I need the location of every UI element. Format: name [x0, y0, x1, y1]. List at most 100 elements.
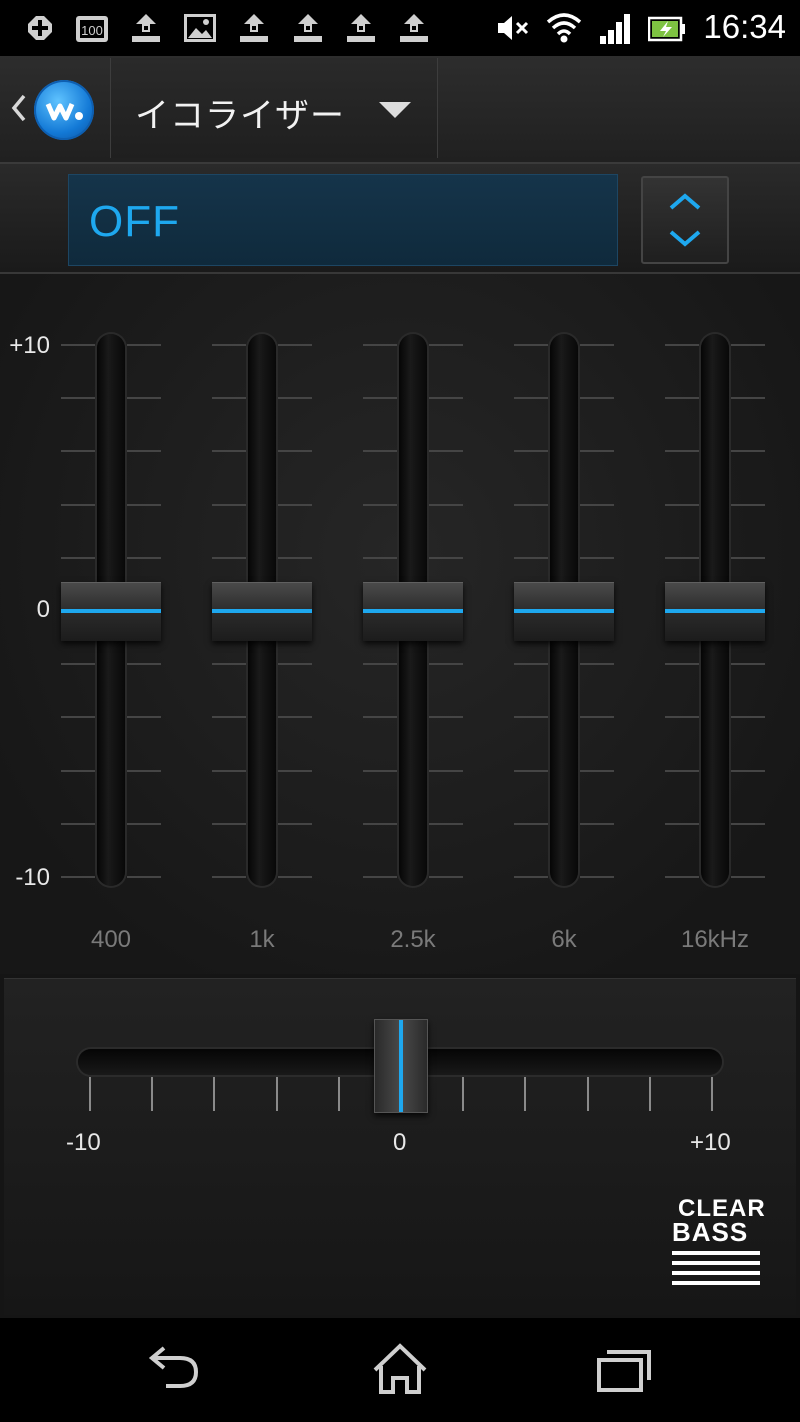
- mute-icon: [498, 16, 529, 40]
- clear-bass-logo-text-bottom: BASS: [672, 1217, 749, 1247]
- eq-scale-tick: [665, 876, 699, 878]
- eq-scale-tick: [212, 769, 246, 772]
- eq-scale-tick: [212, 716, 246, 719]
- eq-scale-tick: [278, 822, 312, 825]
- eq-scale-tick: [363, 344, 397, 346]
- nav-recent-apps-button[interactable]: [567, 1340, 677, 1400]
- eq-scale-tick: [731, 344, 765, 346]
- eq-scale-tick: [363, 822, 397, 825]
- eq-scale-tick: [127, 822, 161, 825]
- eq-scale-tick: [665, 716, 699, 719]
- eq-slider-knob[interactable]: [212, 582, 312, 641]
- preset-display[interactable]: OFF: [68, 174, 618, 266]
- eq-scale-tick: [514, 876, 548, 878]
- eq-scale-tick: [514, 344, 548, 346]
- eq-band-label: 400: [90, 926, 132, 953]
- eq-scale-tick: [127, 556, 161, 559]
- clear-bass-min-label: -10: [66, 1129, 101, 1156]
- knob-indicator: [212, 609, 312, 613]
- clear-bass-tick: [213, 1077, 216, 1111]
- eq-scale-tick: [278, 876, 312, 878]
- logo-stripe: [672, 1251, 760, 1255]
- clear-bass-knob[interactable]: [374, 1019, 428, 1113]
- eq-scale-tick: [429, 769, 463, 772]
- eq-scale-tick: [731, 397, 765, 400]
- back-icon: [148, 1346, 199, 1388]
- page-title: イコライザー: [135, 96, 345, 136]
- eq-scale-tick: [278, 344, 312, 346]
- nav-home-button[interactable]: [345, 1340, 455, 1400]
- knob-indicator: [399, 1020, 403, 1112]
- clear-bass-max-label: +10: [690, 1129, 731, 1156]
- signal-icon: [600, 14, 630, 44]
- eq-band-label: 1k: [249, 926, 275, 953]
- clear-bass-tick: [711, 1077, 713, 1111]
- navigation-bar: [0, 1318, 800, 1422]
- eq-slider-knob[interactable]: [514, 582, 614, 641]
- eq-scale-tick: [514, 503, 548, 506]
- status-bar: 100 16:34: [0, 0, 800, 56]
- chevron-left-icon: [11, 94, 26, 122]
- eq-scale-tick: [665, 663, 699, 666]
- dropdown-arrow-icon: [379, 102, 411, 118]
- preset-stepper-button[interactable]: [641, 176, 729, 264]
- eq-slider-knob[interactable]: [665, 582, 765, 641]
- eq-scale-tick: [429, 876, 463, 878]
- eq-scale-tick: [61, 769, 95, 772]
- eq-scale-tick: [580, 450, 614, 453]
- eq-scale-tick: [731, 876, 765, 878]
- chevron-up-icon: [669, 193, 701, 210]
- eq-band: 16kHz: [665, 274, 795, 974]
- eq-scale-tick: [363, 876, 397, 878]
- eq-scale-tick: [665, 450, 699, 453]
- eq-scale-tick: [580, 556, 614, 559]
- eq-scale-tick: [363, 769, 397, 772]
- eq-scale-tick: [127, 344, 161, 346]
- eq-scale-tick: [61, 663, 95, 666]
- clear-bass-logo: CLEAR BASS: [668, 1195, 765, 1285]
- eq-scale-tick: [731, 716, 765, 719]
- eq-scale-tick: [665, 822, 699, 825]
- clear-bass-mid-label: 0: [393, 1129, 407, 1156]
- eq-band: 2.5k: [363, 274, 493, 974]
- status-time: 16:34: [703, 8, 786, 45]
- knob-indicator: [514, 609, 614, 613]
- eq-scale-tick: [580, 876, 614, 878]
- clear-bass-tick: [648, 1077, 651, 1111]
- nav-back-button[interactable]: [124, 1340, 234, 1400]
- eq-scale-tick: [580, 344, 614, 346]
- clear-bass-tick: [275, 1077, 278, 1111]
- eq-scale-tick: [731, 556, 765, 559]
- eq-band: 400: [61, 274, 191, 974]
- eq-scale-tick: [580, 663, 614, 666]
- eq-scale-tick: [127, 663, 161, 666]
- wifi-icon: [546, 13, 582, 43]
- equalizer-panel: +10 0 -10 400 1k 2.5k 6k 16kHz: [0, 274, 800, 974]
- eq-scale-tick: [731, 769, 765, 772]
- eq-scale-tick: [429, 450, 463, 453]
- eq-slider-knob[interactable]: [61, 582, 161, 641]
- eq-scale-tick: [61, 716, 95, 719]
- eq-scale-tick: [363, 716, 397, 719]
- eq-scale-tick: [212, 450, 246, 453]
- eq-scale-tick: [61, 556, 95, 559]
- clear-bass-panel: -10 0 +10 CLEAR BASS: [4, 978, 796, 1315]
- eq-scale-tick: [212, 556, 246, 559]
- action-bar: イコライザー: [0, 56, 800, 164]
- eq-scale-tick: [127, 876, 161, 878]
- eq-scale-tick: [580, 822, 614, 825]
- up-button[interactable]: [0, 56, 108, 162]
- eq-scale-tick: [731, 663, 765, 666]
- eq-scale-tick: [514, 450, 548, 453]
- eq-scale-tick: [212, 876, 246, 878]
- eq-scale-tick: [429, 822, 463, 825]
- eq-scale-tick: [429, 503, 463, 506]
- eq-scale-tick: [580, 503, 614, 506]
- eq-band-label: 2.5k: [390, 926, 436, 953]
- clear-bass-tick: [462, 1077, 465, 1111]
- battery-100-icon: 100: [76, 16, 108, 42]
- eq-scale-tick: [127, 450, 161, 453]
- eq-slider-knob[interactable]: [363, 582, 463, 641]
- knob-indicator: [363, 609, 463, 613]
- title-spinner[interactable]: イコライザー: [110, 58, 438, 158]
